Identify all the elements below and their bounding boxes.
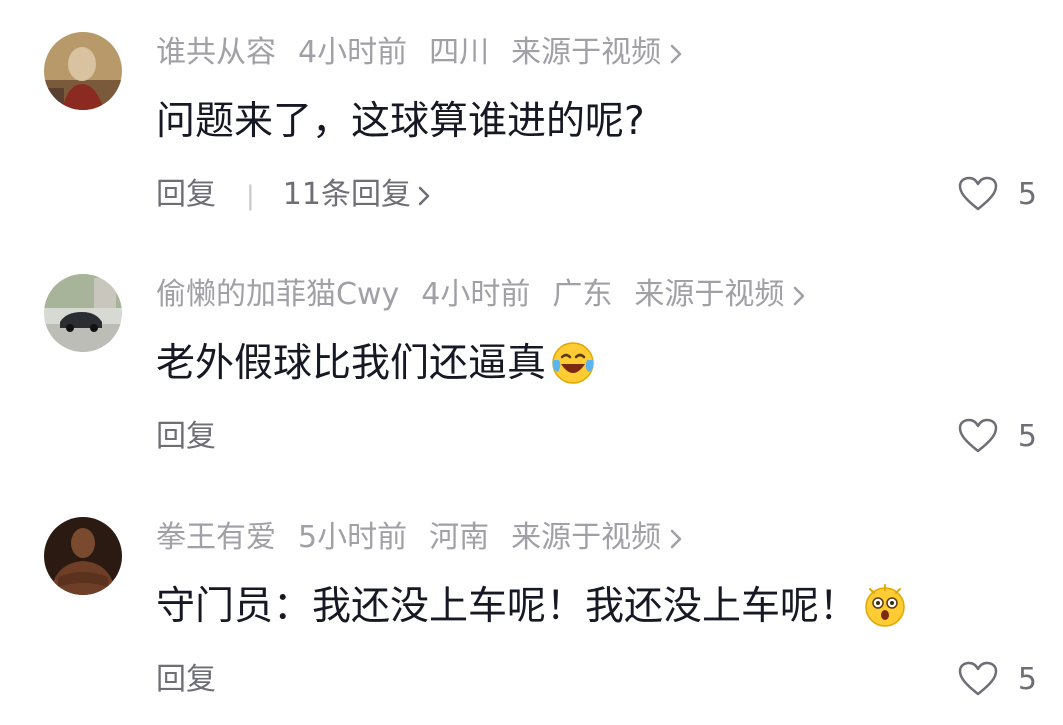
like-button[interactable]: 5 [958,176,1037,214]
comment-text-content: 守门员：我还没上车呢！我还没上车呢！ [156,584,859,629]
chevron-right-icon [418,186,430,205]
reply-button[interactable]: 回复 [156,662,216,697]
comment-item: 谁共从容 4小时前 四川 来源于视频 问题来了，这球算谁进的呢? 回复 | 11条回复 5 [0,0,1063,240]
username[interactable]: 谁共从容 [156,35,276,70]
source-link[interactable]: 来源于视频 [634,277,784,312]
comment-item: 偷懒的加菲猫Cwy 4小时前 广东 来源于视频 老外假球比我们还逼真 回复 5 [0,242,1063,482]
shocked-face-emoji [865,583,905,627]
chevron-right-icon [794,286,805,305]
chevron-right-icon [670,44,682,63]
comment-actions: 回复 [156,418,216,456]
comment-meta: 拳王有爱 5小时前 河南 来源于视频 [156,519,683,557]
avatar[interactable] [44,274,122,352]
username[interactable]: 偷懒的加菲猫Cwy [156,277,399,312]
avatar-car-icon [44,274,122,352]
heart-icon [958,661,998,695]
reply-button[interactable]: 回复 [156,419,216,454]
like-count: 5 [1017,177,1037,212]
avatar[interactable] [44,517,122,595]
chevron-right-icon [670,529,682,548]
view-replies-button[interactable]: 11条回复 [283,177,411,212]
avatar[interactable] [44,32,122,110]
like-count: 5 [1017,419,1037,454]
avatar-boxer-icon [44,517,122,595]
crying-laughing-emoji [552,341,594,384]
comment-time: 4小时前 [298,35,408,70]
avatar-portrait-icon [44,32,122,110]
like-button[interactable]: 5 [958,418,1037,456]
comment-text: 守门员：我还没上车呢！我还没上车呢！ [156,583,908,631]
comment-text-content: 问题来了，这球算谁进的呢? [156,99,645,144]
username[interactable]: 拳王有爱 [156,520,276,555]
comment-text-content: 老外假球比我们还逼真 [156,341,547,386]
comment-actions: 回复 [156,661,216,699]
like-button[interactable]: 5 [958,661,1037,699]
comment-time: 5小时前 [298,520,408,555]
source-link[interactable]: 来源于视频 [511,520,661,555]
comment-time: 4小时前 [421,277,531,312]
comment-text: 问题来了，这球算谁进的呢? [156,98,645,146]
comment-actions: 回复 | 11条回复 [156,176,431,215]
heart-icon [958,176,998,210]
comment-text: 老外假球比我们还逼真 [156,340,596,388]
divider: | [246,181,255,211]
source-link[interactable]: 来源于视频 [511,35,661,70]
comment-meta: 谁共从容 4小时前 四川 来源于视频 [156,34,683,72]
comment-location: 河南 [429,520,490,555]
comment-location: 广东 [552,277,613,312]
like-count: 5 [1017,662,1037,697]
comment-meta: 偷懒的加菲猫Cwy 4小时前 广东 来源于视频 [156,276,806,314]
reply-button[interactable]: 回复 [156,177,216,212]
comment-item: 拳王有爱 5小时前 河南 来源于视频 守门员：我还没上车呢！我还没上车呢！ 回复 5 [0,485,1063,725]
comment-location: 四川 [429,35,490,70]
heart-icon [958,418,998,452]
